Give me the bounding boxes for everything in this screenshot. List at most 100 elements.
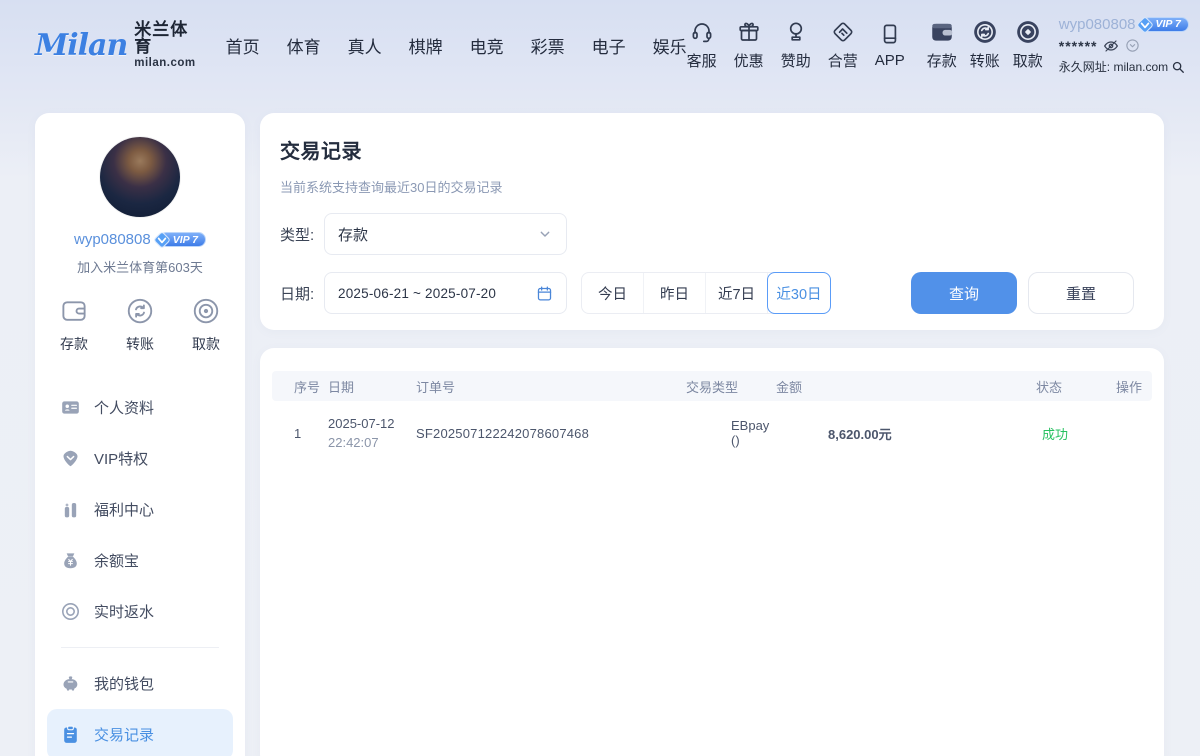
main-nav: 首页 体育 真人 棋牌 电竞 彩票 电子 娱乐 bbox=[226, 33, 687, 58]
piggy-bank-icon bbox=[59, 673, 81, 694]
vip-label: VIP 7 bbox=[1156, 19, 1181, 30]
sidebar-withdraw-action[interactable]: 取款 bbox=[191, 296, 221, 354]
query-button[interactable]: 查询 bbox=[911, 272, 1017, 314]
transfer-outline-icon bbox=[125, 296, 155, 326]
page: Milan 米兰体育 milan.com 首页 体育 真人 棋牌 电竞 彩票 电… bbox=[0, 0, 1200, 756]
top-bar: Milan 米兰体育 milan.com 首页 体育 真人 棋牌 电竞 彩票 电… bbox=[0, 0, 1200, 90]
vip-badge: VIP 7 bbox=[1142, 17, 1189, 32]
col-status: 状态 bbox=[1036, 377, 1116, 396]
app-link[interactable]: APP bbox=[875, 21, 905, 69]
nav-lottery[interactable]: 彩票 bbox=[531, 33, 565, 58]
range-yesterday-button[interactable]: 昨日 bbox=[644, 273, 706, 313]
sidebar-item-yuebao[interactable]: 余额宝 bbox=[47, 535, 233, 586]
clipboard-icon bbox=[59, 724, 81, 745]
username: wyp080808 bbox=[1059, 17, 1136, 32]
user-info-block: wyp080808 VIP 7 ****** bbox=[1059, 17, 1189, 74]
col-type: 交易类型 bbox=[686, 377, 776, 396]
sponsor-link[interactable]: 赞助 bbox=[781, 19, 811, 71]
phone-icon bbox=[878, 21, 902, 47]
nav-cards[interactable]: 棋牌 bbox=[409, 33, 443, 58]
gift-icon bbox=[737, 19, 761, 45]
diamond-icon bbox=[59, 448, 81, 469]
nav-sports[interactable]: 体育 bbox=[287, 33, 321, 58]
vip-diamond-icon bbox=[1135, 15, 1155, 35]
cell-status: 成功 bbox=[1036, 424, 1116, 443]
col-amount: 金额 bbox=[776, 377, 1036, 396]
transfer-link[interactable]: 转账 bbox=[970, 19, 1000, 71]
cell-date: 2025-07-12 22:42:07 bbox=[328, 416, 416, 450]
logo-cn-text: 米兰体育 bbox=[134, 21, 195, 55]
nav-esports[interactable]: 电竞 bbox=[470, 33, 504, 58]
magnifier-icon[interactable] bbox=[1171, 60, 1185, 74]
site-logo[interactable]: Milan 米兰体育 milan.com bbox=[35, 21, 196, 70]
table-row: 1 2025-07-12 22:42:07 SF2025071222420786… bbox=[272, 401, 1152, 465]
profile-username: wyp080808 bbox=[74, 231, 151, 248]
affiliate-link[interactable]: 合营 bbox=[828, 19, 858, 71]
sidebar-menu: 个人资料 VIP特权 bbox=[35, 372, 245, 756]
withdraw-link[interactable]: 取款 bbox=[1013, 19, 1043, 71]
withdraw-outline-icon bbox=[191, 296, 221, 326]
col-action: 操作 bbox=[1116, 377, 1152, 396]
nav-entertainment[interactable]: 娱乐 bbox=[653, 33, 687, 58]
page-subtitle: 当前系统支持查询最近30日的交易记录 bbox=[280, 177, 1134, 196]
cell-type: EBpay () bbox=[686, 418, 776, 448]
col-date: 日期 bbox=[328, 377, 416, 396]
reset-button[interactable]: 重置 bbox=[1028, 272, 1134, 314]
trophy-icon bbox=[784, 19, 808, 45]
logo-domain-text: milan.com bbox=[134, 58, 195, 70]
type-select[interactable]: 存款 bbox=[324, 213, 567, 255]
profile-vip-badge: VIP 7 bbox=[159, 232, 206, 247]
date-range-input[interactable]: 2025-06-21 ~ 2025-07-20 bbox=[324, 272, 567, 314]
type-label: 类型: bbox=[280, 224, 324, 245]
calendar-icon bbox=[536, 285, 553, 302]
cell-order-no: SF202507122242078607468 bbox=[416, 426, 686, 441]
id-card-icon bbox=[59, 397, 81, 418]
sidebar-item-rebate[interactable]: 实时返水 bbox=[47, 586, 233, 637]
permanent-url: 永久网址: milan.com bbox=[1059, 61, 1168, 73]
page-title: 交易记录 bbox=[280, 135, 1134, 164]
range-today-button[interactable]: 今日 bbox=[582, 273, 644, 313]
joined-days-text: 加入米兰体育第603天 bbox=[35, 257, 245, 276]
benefits-bars-icon bbox=[59, 499, 81, 520]
headset-icon bbox=[690, 19, 714, 45]
chevron-circle-icon[interactable] bbox=[1125, 38, 1140, 53]
profile-avatar bbox=[100, 137, 180, 217]
nav-home[interactable]: 首页 bbox=[226, 33, 260, 58]
chevron-down-icon bbox=[537, 226, 553, 242]
sidebar-item-benefits[interactable]: 福利中心 bbox=[47, 484, 233, 535]
profile-sidebar: wyp080808 VIP 7 加入米兰体育第603天 bbox=[35, 113, 245, 756]
wallet-icon bbox=[929, 19, 955, 45]
transactions-table-panel: 序号 日期 订单号 交易类型 金额 状态 操作 1 2025-07-12 22:… bbox=[260, 348, 1164, 756]
promotions-link[interactable]: 优惠 bbox=[734, 19, 764, 71]
table-header-row: 序号 日期 订单号 交易类型 金额 状态 操作 bbox=[272, 371, 1152, 401]
money-bag-icon bbox=[59, 550, 81, 571]
deposit-link[interactable]: 存款 bbox=[927, 19, 957, 71]
sidebar-deposit-action[interactable]: 存款 bbox=[59, 296, 89, 354]
rebate-disc-icon bbox=[59, 601, 81, 622]
withdraw-icon bbox=[1015, 19, 1041, 45]
type-select-value: 存款 bbox=[338, 224, 537, 245]
sidebar-item-profile[interactable]: 个人资料 bbox=[47, 382, 233, 433]
date-label: 日期: bbox=[280, 283, 324, 304]
nav-slots[interactable]: 电子 bbox=[592, 33, 626, 58]
sidebar-transfer-action[interactable]: 转账 bbox=[125, 296, 155, 354]
col-order-no: 订单号 bbox=[416, 377, 686, 396]
quick-range-group: 今日 昨日 近7日 近30日 bbox=[581, 272, 831, 314]
vip-diamond-icon bbox=[152, 230, 172, 250]
range-30days-button[interactable]: 近30日 bbox=[767, 272, 831, 314]
range-7days-button[interactable]: 近7日 bbox=[706, 273, 768, 313]
filter-panel: 交易记录 当前系统支持查询最近30日的交易记录 类型: 存款 日期: bbox=[260, 113, 1164, 330]
nav-live[interactable]: 真人 bbox=[348, 33, 382, 58]
sidebar-item-wallet[interactable]: 我的钱包 bbox=[47, 658, 233, 709]
transfer-icon bbox=[972, 19, 998, 45]
cell-index: 1 bbox=[294, 426, 328, 441]
sidebar-item-vip[interactable]: VIP特权 bbox=[47, 433, 233, 484]
col-index: 序号 bbox=[294, 377, 328, 396]
sidebar-item-transactions[interactable]: 交易记录 bbox=[47, 709, 233, 756]
support-link[interactable]: 客服 bbox=[687, 19, 717, 71]
date-range-value: 2025-06-21 ~ 2025-07-20 bbox=[338, 286, 536, 301]
wallet-outline-icon bbox=[59, 296, 89, 326]
eye-off-icon[interactable] bbox=[1103, 38, 1119, 54]
logo-script-text: Milan bbox=[35, 28, 127, 63]
handshake-icon bbox=[831, 19, 855, 45]
